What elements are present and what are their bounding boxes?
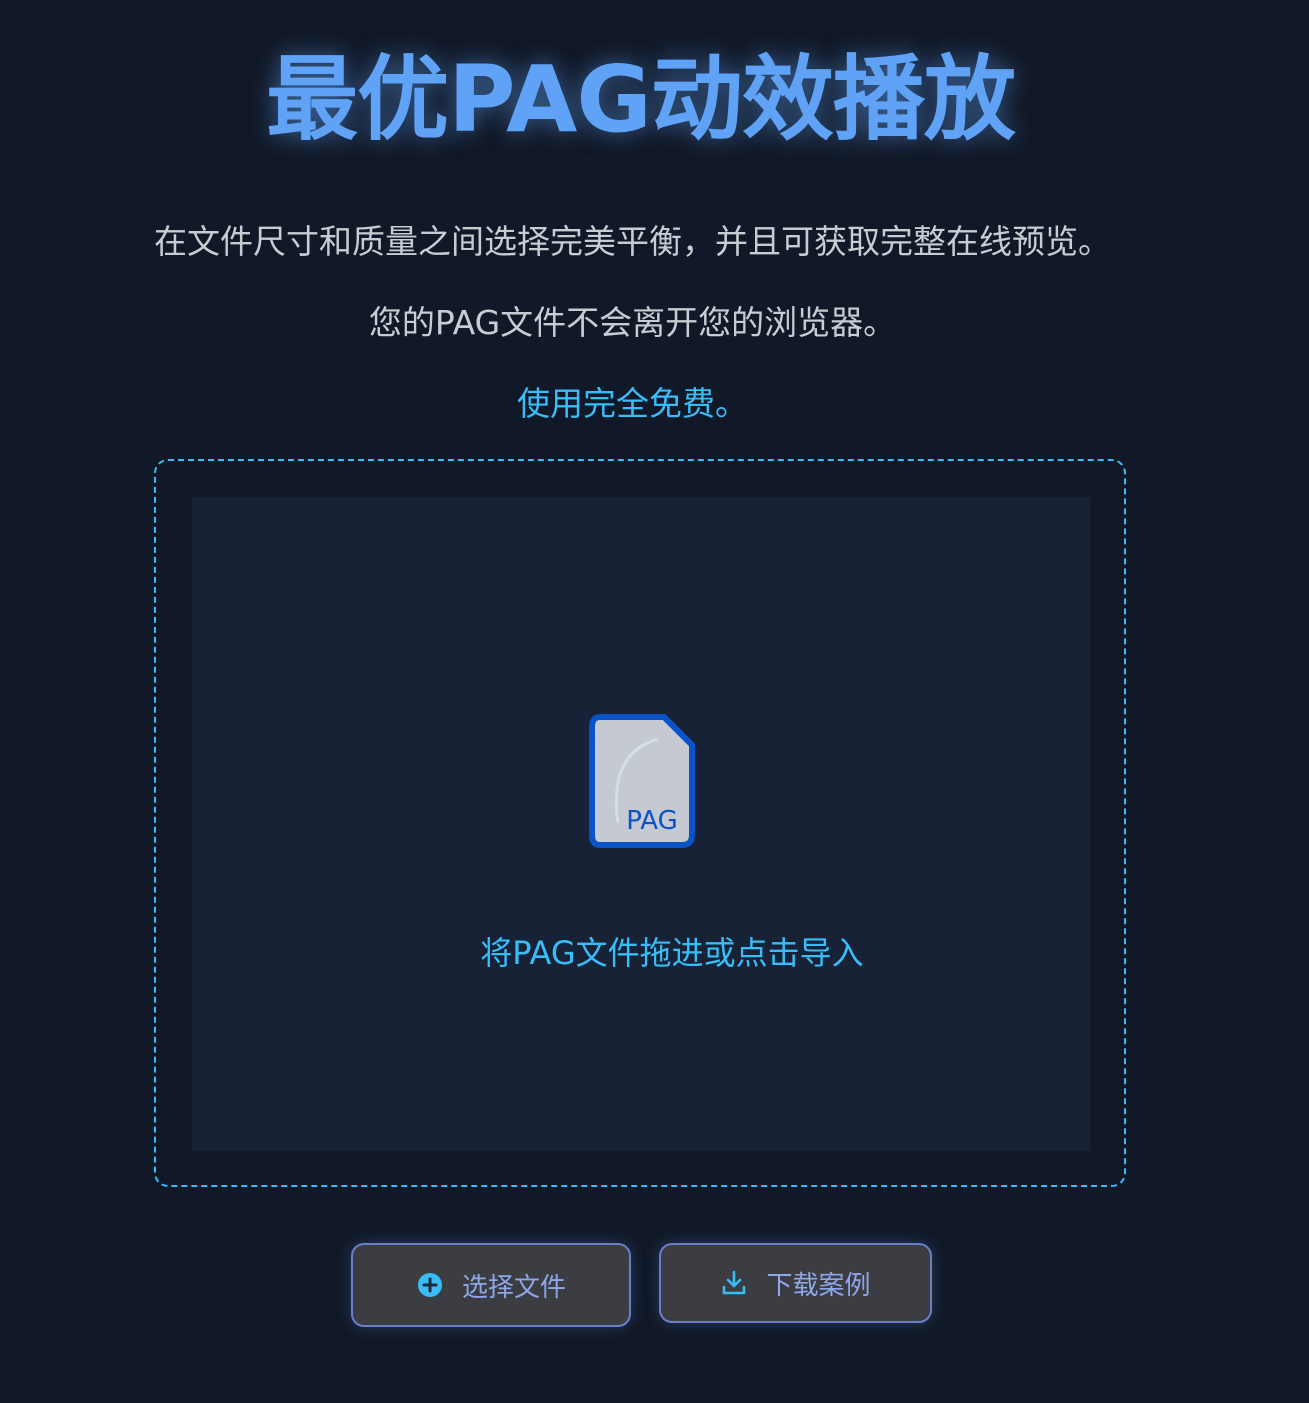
tagline-privacy: 您的PAG文件不会离开您的浏览器。 — [368, 303, 897, 342]
page-title: 最优PAG动效播放 — [266, 46, 1016, 153]
download-sample-label: 下载案例 — [766, 1270, 871, 1301]
file-drop-zone[interactable]: PAG 将PAG文件拖进或点击导入 — [154, 459, 1126, 1187]
select-file-button[interactable]: 选择文件 — [351, 1243, 631, 1327]
download-sample-button[interactable]: 下载案例 — [659, 1243, 932, 1323]
download-icon — [720, 1269, 748, 1297]
pag-file-icon-label: PAG — [626, 806, 678, 836]
plus-circle-icon — [416, 1271, 444, 1299]
drop-zone-prompt: 将PAG文件拖进或点击导入 — [480, 934, 864, 972]
tagline-quality: 在文件尺寸和质量之间选择完美平衡，并且可获取完整在线预览。 — [154, 222, 1111, 261]
tagline-free: 使用完全免费。 — [517, 384, 748, 423]
drop-zone-area[interactable]: PAG 将PAG文件拖进或点击导入 — [192, 497, 1090, 1151]
select-file-label: 选择文件 — [461, 1272, 566, 1303]
pag-file-icon: PAG — [589, 714, 695, 848]
